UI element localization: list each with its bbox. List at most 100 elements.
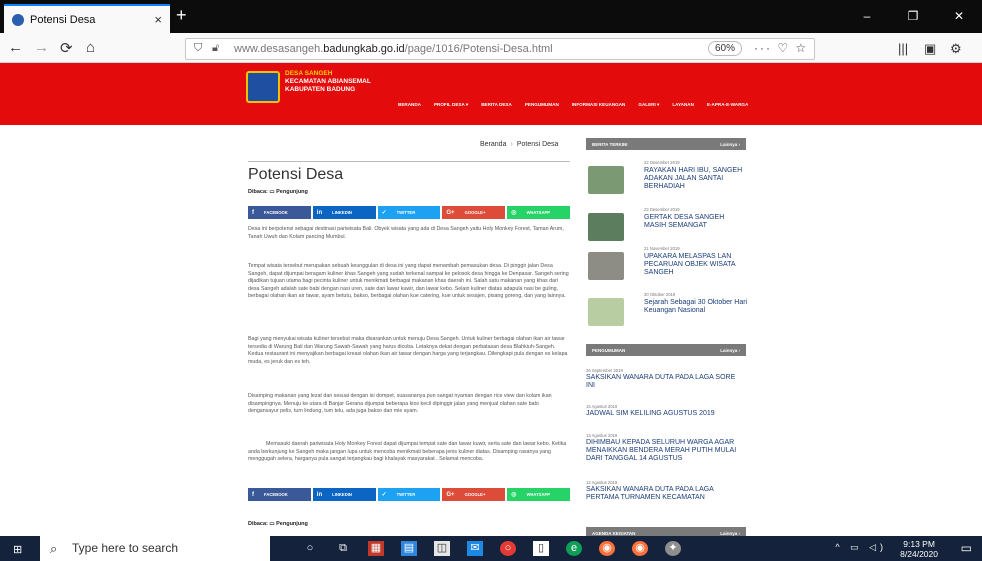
tab-close-button[interactable]: × (154, 12, 162, 27)
file-icon[interactable]: ▯ (533, 541, 549, 556)
article-paragraph: Tempat wisata tersebut merupakan sebuah … (248, 263, 569, 299)
announcement-item[interactable]: 15 Agustus 2019 JADWAL SIM KELILING AGUS… (586, 404, 746, 418)
share-facebook-button[interactable]: f FACEBOOK (248, 488, 311, 501)
sidebar-icon[interactable]: ▣ (924, 41, 936, 57)
breadcrumb-current: Potensi Desa (516, 141, 559, 148)
site-name-line3: KABUPATEN BADUNG (285, 86, 356, 93)
library-icon[interactable]: ||| (898, 41, 908, 56)
cortana-icon[interactable]: ○ (302, 541, 318, 556)
news-title[interactable]: UPAKARA MELASPAS LAN PECARUAN OBJEK WISA… (644, 253, 748, 277)
news-item[interactable]: 22 Desember 2019 RAYAKAN HARI IBU, SANGE… (586, 160, 746, 204)
article-paragraph: Memasuki daerah pariwisata Holy Monkey F… (248, 441, 567, 462)
zoom-level-button[interactable]: 60% (708, 41, 743, 56)
news-thumbnail[interactable] (588, 252, 624, 280)
news-title[interactable]: GERTAK DESA SANGEH MASIH SEMANGAT (644, 214, 748, 230)
announcement-title[interactable]: SAKSIKAN WANARA DUTA PADA LAGA PERTAMA T… (586, 486, 746, 502)
announcement-title[interactable]: DIHIMBAU KEPADA SELURUH WARGA AGAR MENAI… (586, 439, 746, 463)
menu-item-beranda[interactable]: BERANDA (398, 102, 421, 108)
announcement-title[interactable]: JADWAL SIM KELILING AGUSTUS 2019 (586, 410, 746, 418)
lock-icon[interactable]: 🔓︎ (212, 42, 219, 55)
opera-icon[interactable]: ○ (500, 541, 516, 556)
menu-item-berita-desa[interactable]: BERITA DESA (481, 102, 512, 108)
news-date: 21 November 2019 (644, 246, 680, 251)
forward-button[interactable]: → (34, 39, 49, 56)
news-more-link[interactable]: Lainnya › (720, 142, 740, 147)
news-item[interactable]: 30 Oktober 2019 Sejarah Sebagai 30 Oktob… (586, 292, 748, 336)
firefox-icon[interactable]: ◉ (632, 541, 648, 556)
edge-icon[interactable]: e (566, 541, 582, 556)
share-google-button[interactable]: G+ GOOGLE+ (442, 488, 506, 501)
announcement-item[interactable]: 12 Agustus 2019 SAKSIKAN WANARA DUTA PAD… (586, 480, 746, 502)
back-button[interactable]: ← (8, 39, 23, 56)
extensions-icon[interactable]: ⚙ (950, 41, 962, 57)
store-icon[interactable]: ◫ (434, 541, 450, 556)
share-facebook-button[interactable]: f FACEBOOK (248, 206, 311, 219)
news-item[interactable]: 21 November 2019 UPAKARA MELASPAS LAN PE… (586, 246, 746, 290)
whatsapp-icon: ◎ (511, 210, 517, 216)
home-button[interactable]: ⌂ (86, 39, 95, 56)
breadcrumb-home[interactable]: Beranda (480, 141, 506, 148)
share-twitter-button[interactable]: ✓ TWITTER (377, 488, 441, 501)
share-linkedin-button[interactable]: in LINKEDIN (312, 206, 376, 219)
taskbar: ⊞ ⌕ Type here to search ○ ⧉ ▦ ▤ ◫ ✉ ○ ▯ … (0, 536, 982, 561)
firefox-icon[interactable]: ◉ (599, 541, 615, 556)
article-paragraph: Desa ini berpotensi sebagai destinasi pa… (248, 226, 564, 240)
page-actions[interactable]: ··· ♡ ☆ (754, 41, 808, 55)
system-tray-icons[interactable]: ^ ▭ ◁) (835, 542, 887, 553)
menu-item-e-apra[interactable]: E-APRA-E-WARGA (707, 102, 748, 108)
share-facebook-label: FACEBOOK (264, 492, 288, 497)
minimize-button[interactable]: – (844, 0, 890, 33)
news-title[interactable]: Sejarah Sebagai 30 Oktober Hari Keuangan… (644, 299, 748, 315)
site-name[interactable]: DESA SANGEH KECAMATAN ABIANSEMAL KABUPAT… (285, 70, 371, 94)
task-view-icon[interactable]: ⧉ (335, 541, 351, 556)
close-window-button[interactable]: ✕ (936, 0, 982, 33)
site-favicon-icon (12, 13, 24, 26)
whatsapp-icon: ◎ (511, 492, 517, 498)
news-section-header: BERITA TERKINI Lainnya › (586, 138, 746, 150)
announcement-item[interactable]: 26 September 2019 SAKSIKAN WANARA DUTA P… (586, 368, 746, 390)
news-item[interactable]: 22 Desember 2019 GERTAK DESA SANGEH MASI… (586, 207, 746, 251)
taskbar-search-box[interactable]: ⌕ Type here to search (40, 536, 270, 561)
agenda-more-link[interactable]: Lainnya › (720, 531, 740, 536)
news-thumbnail[interactable] (588, 213, 624, 241)
share-linkedin-button[interactable]: in LINKEDIN (312, 488, 376, 501)
announcement-date: 12 Agustus 2019 (586, 480, 618, 485)
notification-icon[interactable]: ▭ (961, 541, 972, 555)
menu-item-profil-desa[interactable]: PROFIL DESA ▾ (434, 102, 468, 108)
news-date: 22 Desember 2019 (644, 160, 680, 165)
menu-item-galeri[interactable]: GALERI ▾ (638, 102, 659, 108)
announcement-more-link[interactable]: Lainnya › (720, 348, 740, 353)
announcement-item[interactable]: 13 Agustus 2019 DIHIMBAU KEPADA SELURUH … (586, 433, 746, 463)
shield-icon[interactable]: ⛉ (194, 42, 202, 55)
site-logo[interactable] (246, 71, 280, 103)
app-icon[interactable]: ✦ (665, 541, 681, 556)
url-text[interactable]: www.desasangeh.badungkab.go.id/page/1016… (234, 43, 553, 55)
news-thumbnail[interactable] (588, 166, 624, 194)
browser-tab[interactable]: Potensi Desa × (4, 4, 170, 33)
share-linkedin-label: LINKEDIN (332, 492, 352, 497)
menu-item-pengumuman[interactable]: PENGUMUMAN (525, 102, 559, 108)
taskbar-clock[interactable]: 9:13 PM 8/24/2020 (900, 539, 938, 559)
share-google-button[interactable]: G+ GOOGLE+ (442, 206, 506, 219)
share-facebook-label: FACEBOOK (264, 210, 288, 215)
address-bar[interactable]: ⛉ 🔓︎ www.desasangeh.badungkab.go.id/page… (185, 38, 815, 60)
announcement-title[interactable]: SAKSIKAN WANARA DUTA PADA LAGA SORE INI (586, 374, 746, 390)
news-title[interactable]: RAYAKAN HARI IBU, SANGEH ADAKAN JALAN SA… (644, 167, 748, 191)
share-whatsapp-button[interactable]: ◎ WHATSAPP (507, 488, 570, 501)
news-thumbnail[interactable] (588, 298, 624, 326)
divider (248, 161, 570, 162)
windows-start-icon[interactable]: ⊞ (13, 543, 22, 556)
menu-item-layanan[interactable]: LAYANAN (672, 102, 694, 108)
menu-item-informasi-keuangan[interactable]: INFORMASI KEUANGAN (572, 102, 626, 108)
linkedin-icon: in (316, 491, 323, 498)
share-whatsapp-button[interactable]: ◎ WHATSAPP (507, 206, 570, 219)
app-icon[interactable]: ▦ (368, 541, 384, 556)
new-tab-button[interactable]: + (176, 5, 187, 26)
page-title: Potensi Desa (248, 166, 344, 183)
share-twitter-label: TWITTER (396, 492, 416, 497)
share-twitter-button[interactable]: ✓ TWITTER (377, 206, 441, 219)
reload-button[interactable]: ⟳ (60, 39, 73, 57)
maximize-button[interactable]: ❐ (890, 0, 936, 33)
app-icon[interactable]: ▤ (401, 541, 417, 556)
mail-icon[interactable]: ✉ (467, 541, 483, 556)
